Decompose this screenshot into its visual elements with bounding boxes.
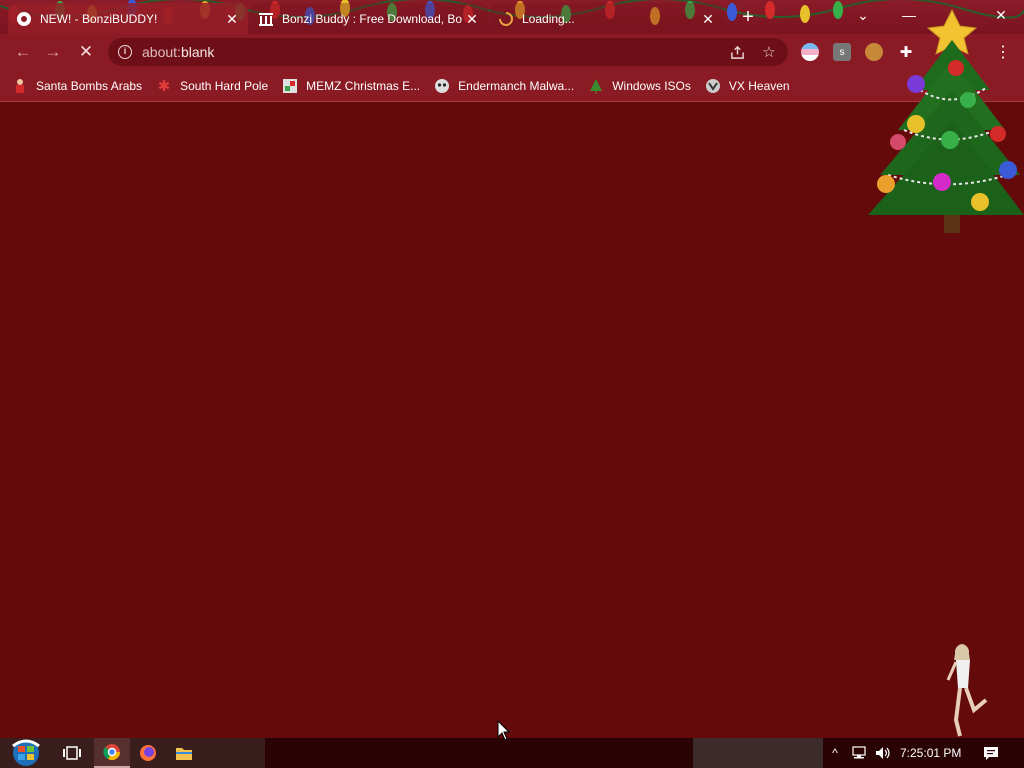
extension-avatar-icon[interactable] [865,43,883,61]
tab-close-icon[interactable]: ✕ [224,11,240,27]
memz-icon [282,78,298,94]
forward-arrow-icon[interactable]: → [42,41,64,63]
back-arrow-icon[interactable]: ← [12,41,34,63]
bookmark-memz-christmas[interactable]: MEMZ Christmas E... [282,78,420,94]
address-url: about:blank [142,44,215,60]
tab-bonzibuddy[interactable]: NEW! - BonziBUDDY! ✕ [8,3,248,34]
taskbar-file-explorer[interactable] [166,738,202,768]
loading-spinner-icon [498,11,514,27]
taskbar-clock[interactable]: 7:25:01 PM [900,738,961,768]
show-hidden-icons-chevron-icon[interactable]: ^ [826,738,844,768]
snowflake-icon: ✱ [157,77,171,95]
bookmark-star-icon[interactable]: ☆ [760,43,778,61]
new-tab-button[interactable]: + [737,6,759,28]
taskbar-glow [693,738,823,768]
bookmark-santa-bombs-arabs[interactable]: Santa Bombs Arabs [12,78,142,94]
address-bar[interactable]: i about:blank ☆ [108,38,788,66]
taskbar-firefox[interactable] [130,738,166,768]
browser-toolbar: ← → ✕ i about:blank ☆ s ✚ ⋮ [0,34,1024,70]
extension-flag-icon[interactable] [801,43,819,61]
bookmark-south-hard-pole[interactable]: ✱ South Hard Pole [156,77,268,95]
tab-close-icon[interactable]: ✕ [700,11,716,27]
vx-heaven-icon [705,78,721,94]
bookmark-endermanch-malware[interactable]: Endermanch Malwa... [434,78,574,94]
archive-icon [258,11,274,27]
santa-icon [12,78,28,94]
blank-page-content [0,103,1024,738]
share-icon[interactable] [728,43,746,61]
notification-center-icon[interactable] [980,738,1002,768]
extensions-puzzle-icon[interactable]: ✚ [897,43,915,61]
folder-icon [176,748,192,760]
taskbar-chrome[interactable] [94,738,130,768]
bookmark-vx-heaven[interactable]: VX Heaven [705,78,790,94]
task-view-icon[interactable] [54,738,90,768]
bookmark-windows-isos[interactable]: Windows ISOs [588,78,691,94]
tab-title: Bonzi Buddy : Free Download, Bo [282,11,463,26]
tab-strip: NEW! - BonziBUDDY! ✕ Bonzi Buddy : Free … [0,0,1024,34]
bookmarks-bar: Santa Bombs Arabs ✱ South Hard Pole MEMZ… [0,70,1024,102]
tab-title: NEW! - BonziBUDDY! [40,11,158,26]
tab-close-icon[interactable]: ✕ [464,11,480,27]
tab-title: Loading... [522,11,575,26]
screen: NEW! - BonziBUDDY! ✕ Bonzi Buddy : Free … [0,0,1024,768]
network-icon[interactable] [850,738,868,768]
firefox-icon [140,745,156,761]
mouse-cursor-icon [497,720,511,741]
close-window-button[interactable]: ✕ [978,0,1024,30]
site-info-icon[interactable]: i [118,45,132,59]
windows-logo-icon [12,739,40,766]
chrome-icon [103,744,121,761]
extension-s-icon[interactable]: s [833,43,851,61]
endermanch-icon [434,78,450,94]
tab-bonzi-download[interactable]: Bonzi Buddy : Free Download, Bo ✕ [250,3,488,34]
tab-loading[interactable]: Loading... ✕ [490,3,724,34]
tree-icon [588,78,604,94]
volume-icon[interactable] [874,738,892,768]
start-button[interactable] [6,738,46,768]
minimize-button[interactable]: — [886,0,932,30]
menu-kebab-icon[interactable]: ⋮ [994,43,1012,61]
tab-search-chevron-icon[interactable]: ⌄ [840,0,886,30]
stop-loading-icon[interactable]: ✕ [75,41,97,63]
taskbar: ^ 7:25:01 PM [0,738,1024,768]
chrome-globe-icon [16,11,32,27]
